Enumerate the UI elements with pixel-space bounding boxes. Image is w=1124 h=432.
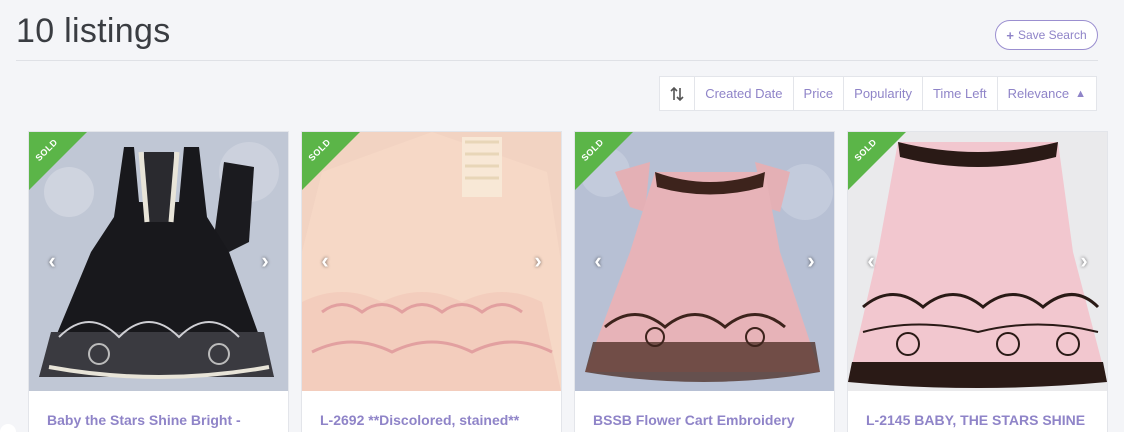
sort-relevance-label: Relevance (1007, 86, 1070, 101)
listing-title[interactable]: L-2145 BABY, THE STARS SHINE (866, 412, 1097, 428)
sort-relevance[interactable]: Relevance ▲ (998, 77, 1096, 110)
chevron-left-icon[interactable]: ‹ (41, 248, 63, 273)
sort-ascending-icon: ▲ (1075, 87, 1086, 100)
chevron-right-icon[interactable]: › (527, 248, 549, 273)
sold-badge: SOLD (575, 132, 633, 190)
sort-direction-icon[interactable] (660, 77, 696, 110)
listing-card[interactable]: SOLD ‹ › L-2145 BABY, THE STARS SHINE (847, 131, 1108, 432)
listing-card[interactable]: SOLD ‹ › Baby the Stars Shine Bright - (28, 131, 289, 432)
listing-card[interactable]: SOLD ‹ › BSSB Flower Cart Embroidery (574, 131, 835, 432)
scroll-indicator (0, 424, 16, 432)
sold-badge: SOLD (29, 132, 87, 190)
listing-title[interactable]: L-2692 **Discolored, stained** (320, 412, 551, 428)
sort-time-left[interactable]: Time Left (923, 77, 998, 110)
chevron-right-icon[interactable]: › (254, 248, 276, 273)
save-search-button[interactable]: + Save Search (995, 20, 1098, 50)
chevron-right-icon[interactable]: › (800, 248, 822, 273)
chevron-right-icon[interactable]: › (1073, 248, 1095, 273)
sort-price[interactable]: Price (794, 77, 845, 110)
sold-badge: SOLD (848, 132, 906, 190)
sold-badge: SOLD (302, 132, 360, 190)
page-title: 10 listings (16, 12, 171, 50)
chevron-left-icon[interactable]: ‹ (860, 248, 882, 273)
sort-created-date[interactable]: Created Date (695, 77, 794, 110)
listing-title[interactable]: BSSB Flower Cart Embroidery (593, 412, 824, 428)
sort-bar: Created Date Price Popularity Time Left … (659, 76, 1097, 111)
save-search-label: Save Search (1017, 28, 1087, 42)
sort-popularity[interactable]: Popularity (844, 77, 923, 110)
listing-card[interactable]: SOLD ‹ › L-2692 **Discolored, stained** (301, 131, 562, 432)
chevron-left-icon[interactable]: ‹ (314, 248, 336, 273)
results-header: 10 listings + Save Search (16, 0, 1098, 61)
chevron-left-icon[interactable]: ‹ (587, 248, 609, 273)
listing-title[interactable]: Baby the Stars Shine Bright - (47, 412, 278, 428)
plus-icon: + (1006, 27, 1014, 43)
